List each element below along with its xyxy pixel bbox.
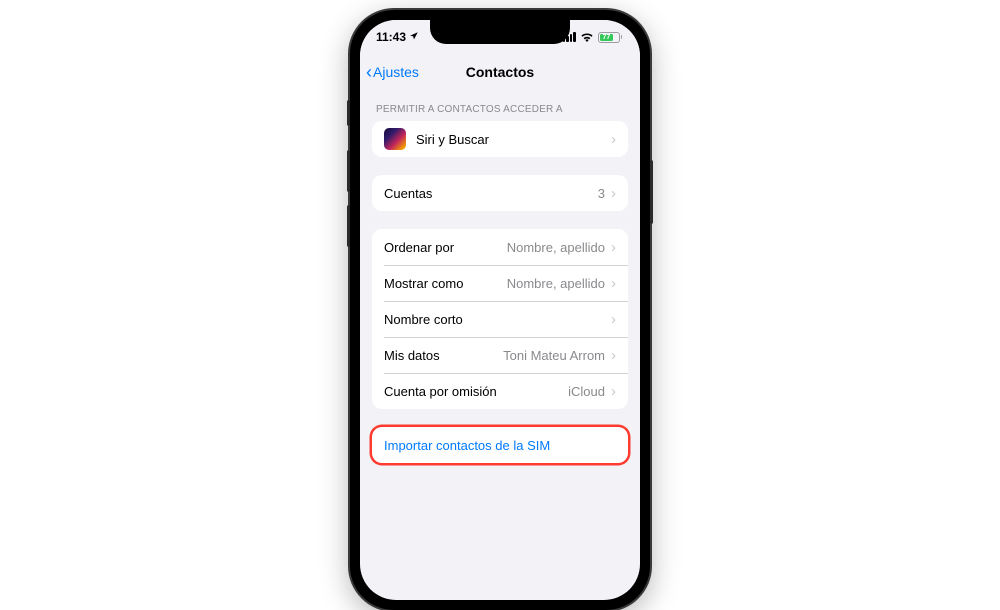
row-label: Mostrar como (384, 276, 507, 291)
row-value: iCloud (568, 384, 605, 399)
location-icon (409, 31, 419, 44)
power-button (650, 160, 653, 224)
group-accounts: Cuentas 3 › (372, 175, 628, 211)
row-import-sim-contacts[interactable]: Importar contactos de la SIM (372, 427, 628, 463)
row-show-as[interactable]: Mostrar como Nombre, apellido › (372, 265, 628, 301)
page-title: Contactos (360, 64, 640, 80)
row-value: Toni Mateu Arrom (503, 348, 605, 363)
group-import-sim: Importar contactos de la SIM (372, 427, 628, 463)
row-sort-by[interactable]: Ordenar por Nombre, apellido › (372, 229, 628, 265)
chevron-right-icon: › (611, 186, 616, 201)
screen: 11:43 77 (360, 20, 640, 600)
row-value: Nombre, apellido (507, 240, 605, 255)
mute-switch (347, 100, 350, 126)
row-label: Siri y Buscar (416, 132, 611, 147)
row-accounts[interactable]: Cuentas 3 › (372, 175, 628, 211)
siri-icon (384, 128, 406, 150)
section-header-access: PERMITIR A CONTACTOS ACCEDER A (360, 90, 640, 121)
volume-up-button (347, 150, 350, 192)
row-label: Ordenar por (384, 240, 507, 255)
notch (430, 20, 570, 44)
chevron-right-icon: › (611, 312, 616, 327)
row-my-info[interactable]: Mis datos Toni Mateu Arrom › (372, 337, 628, 373)
row-value: Nombre, apellido (507, 276, 605, 291)
row-label: Importar contactos de la SIM (384, 438, 616, 453)
chevron-right-icon: › (611, 384, 616, 399)
row-label: Nombre corto (384, 312, 605, 327)
wifi-icon (580, 32, 594, 42)
group-siri: Siri y Buscar › (372, 121, 628, 157)
status-left: 11:43 (376, 30, 419, 44)
volume-down-button (347, 205, 350, 247)
phone-frame: 11:43 77 (350, 10, 650, 610)
nav-bar: ‹ Ajustes Contactos (360, 54, 640, 90)
row-label: Mis datos (384, 348, 503, 363)
row-label: Cuentas (384, 186, 598, 201)
chevron-right-icon: › (611, 276, 616, 291)
row-default-account[interactable]: Cuenta por omisión iCloud › (372, 373, 628, 409)
status-time: 11:43 (376, 30, 406, 44)
battery-icon: 77 (598, 32, 623, 43)
row-siri-search[interactable]: Siri y Buscar › (372, 121, 628, 157)
chevron-right-icon: › (611, 348, 616, 363)
chevron-right-icon: › (611, 132, 616, 147)
chevron-right-icon: › (611, 240, 616, 255)
content: PERMITIR A CONTACTOS ACCEDER A Siri y Bu… (360, 90, 640, 463)
row-value: 3 (598, 186, 605, 201)
status-right: 77 (563, 32, 623, 43)
battery-percent: 77 (600, 34, 614, 41)
row-label: Cuenta por omisión (384, 384, 568, 399)
group-display-settings: Ordenar por Nombre, apellido › Mostrar c… (372, 229, 628, 409)
row-short-name[interactable]: Nombre corto › (372, 301, 628, 337)
